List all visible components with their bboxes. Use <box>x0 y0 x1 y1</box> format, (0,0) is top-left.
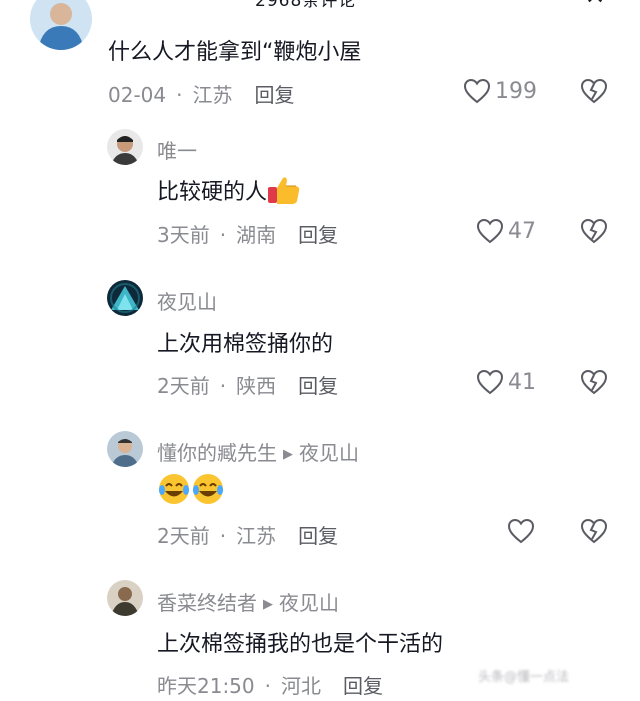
comment-location: 湖南 <box>236 223 277 247</box>
like-button[interactable]: 199 <box>463 76 537 106</box>
heart-icon <box>476 369 504 395</box>
comment-username[interactable]: 夜见山 <box>157 286 217 315</box>
avatar[interactable] <box>107 431 143 467</box>
comment-date: 2天前 <box>157 524 210 548</box>
comment-text: 什么人才能拿到“鞭炮小屋 <box>108 40 362 65</box>
reply-button[interactable]: 回复 <box>254 83 294 107</box>
meta-separator: · <box>264 674 271 698</box>
comment-username[interactable]: 唯一 <box>157 135 197 164</box>
like-button[interactable] <box>507 516 535 546</box>
comment-count-title: 2968条评论 <box>255 0 357 11</box>
like-button[interactable]: 41 <box>476 367 536 397</box>
comment-meta: 2天前 · 陕西 回复 <box>157 370 338 399</box>
reply-to-username[interactable]: 夜见山 <box>279 591 339 615</box>
comment-date: 3天前 <box>157 223 210 247</box>
comment-date: 02-04 <box>108 83 167 107</box>
laughing-crying-icon <box>157 472 191 512</box>
comment-username: 懂你的臧先生 ▶ 夜见山 <box>157 437 359 466</box>
meta-separator: · <box>176 83 183 107</box>
meta-separator: · <box>219 374 227 398</box>
heart-icon <box>507 518 535 544</box>
reply-button[interactable]: 回复 <box>298 524 338 548</box>
comment-text <box>157 472 225 512</box>
like-count: 47 <box>508 218 536 244</box>
broken-heart-icon <box>580 218 608 244</box>
comment-date: 2天前 <box>157 374 210 398</box>
reply-arrow-icon: ▶ <box>263 597 273 612</box>
comment-text: 比较硬的人 <box>157 174 301 211</box>
comment-meta: 昨天21:50 · 河北 回复 <box>157 670 383 699</box>
watermark: 头条@懂一点法 <box>478 670 570 685</box>
reply-to-username[interactable]: 夜见山 <box>299 441 359 465</box>
like-button[interactable]: 47 <box>476 216 536 246</box>
comment-meta: 02-04 · 江苏 回复 <box>108 79 294 108</box>
close-icon[interactable]: ✕ <box>582 0 608 10</box>
comment-meta: 3天前 · 湖南 回复 <box>157 219 338 248</box>
dislike-button[interactable] <box>580 77 608 105</box>
like-count: 199 <box>495 78 537 104</box>
comment-location: 江苏 <box>236 524 277 548</box>
reply-button[interactable]: 回复 <box>343 674 383 698</box>
comment-location: 河北 <box>281 674 321 698</box>
meta-separator: · <box>219 223 227 247</box>
avatar[interactable] <box>107 129 143 165</box>
like-count: 41 <box>508 369 536 395</box>
comment-date: 昨天21:50 <box>157 674 255 698</box>
broken-heart-icon <box>580 78 608 104</box>
heart-icon <box>476 218 504 244</box>
thumbs-up-icon <box>267 175 301 211</box>
comment-username: 香菜终结者 ▶ 夜见山 <box>157 587 339 616</box>
comment-location: 江苏 <box>192 83 233 107</box>
reply-arrow-icon: ▶ <box>283 447 293 462</box>
dislike-button[interactable] <box>580 517 608 545</box>
reply-button[interactable]: 回复 <box>298 374 338 398</box>
meta-separator: · <box>219 524 227 548</box>
comment-location: 陕西 <box>236 374 277 398</box>
minimize-icon[interactable]: ⌄ <box>505 0 527 6</box>
comment-text: 上次棉签捅我的也是个干活的 <box>157 632 444 657</box>
avatar[interactable] <box>107 580 143 616</box>
heart-icon <box>463 78 491 104</box>
reply-button[interactable]: 回复 <box>298 223 338 247</box>
broken-heart-icon <box>580 518 608 544</box>
avatar[interactable] <box>107 280 143 316</box>
comment-text-body: 比较硬的人 <box>157 180 268 205</box>
comments-header: 2968条评论 ⌄ ✕ <box>0 0 640 12</box>
comment-username-text[interactable]: 香菜终结者 <box>157 591 257 615</box>
comment-username-text[interactable]: 懂你的臧先生 <box>157 441 277 465</box>
comment-text: 上次用棉签捅你的 <box>157 332 334 357</box>
broken-heart-icon <box>580 369 608 395</box>
dislike-button[interactable] <box>580 217 608 245</box>
dislike-button[interactable] <box>580 368 608 396</box>
comment-meta: 2天前 · 江苏 回复 <box>157 520 338 549</box>
laughing-crying-icon <box>191 472 225 512</box>
avatar[interactable] <box>30 0 92 50</box>
